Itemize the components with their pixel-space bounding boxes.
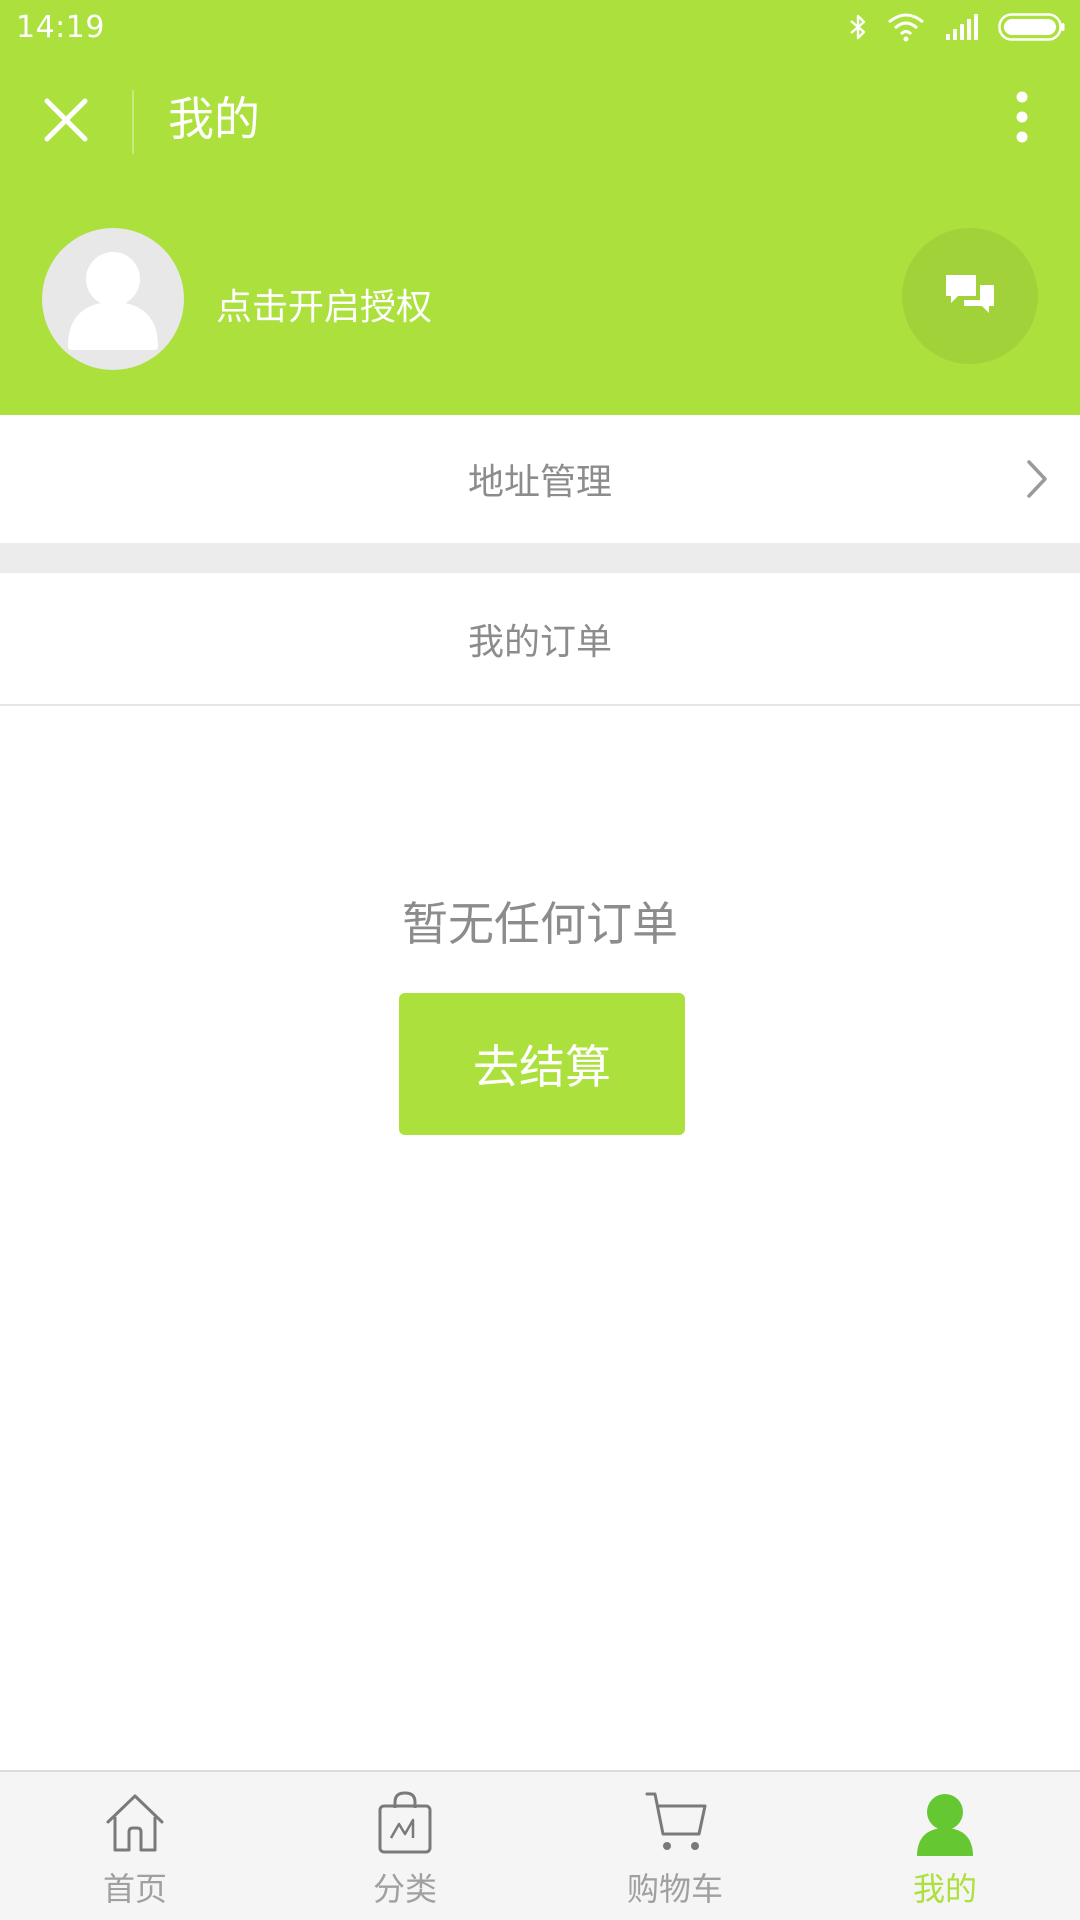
checkout-button[interactable]: 去结算: [399, 993, 685, 1135]
message-button[interactable]: [902, 228, 1038, 364]
header: 14:19 我的 点击开启授权: [0, 0, 1080, 415]
address-management-row[interactable]: 地址管理: [0, 415, 1080, 543]
more-options-button[interactable]: [992, 86, 1052, 152]
address-management-label: 地址管理: [467, 462, 612, 503]
more-vertical-icon: [1015, 90, 1029, 148]
tab-category[interactable]: 分类: [270, 1772, 540, 1920]
signal-icon: [944, 13, 980, 41]
chevron-right-icon: [1026, 459, 1048, 508]
status-bar: 14:19: [0, 0, 1080, 56]
cart-icon: [645, 1790, 707, 1856]
nav-divider: [132, 90, 134, 154]
avatar[interactable]: [42, 228, 184, 370]
chat-bubbles-icon: [944, 272, 996, 320]
tab-cart-label: 购物车: [626, 1870, 723, 1908]
battery-icon: [998, 13, 1066, 41]
my-orders-row[interactable]: 我的订单: [0, 573, 1080, 706]
tab-home-label: 首页: [102, 1870, 167, 1908]
tab-home[interactable]: 首页: [0, 1772, 270, 1920]
user-icon: [915, 1790, 975, 1856]
close-button[interactable]: [32, 88, 100, 156]
home-icon: [105, 1790, 165, 1856]
status-icons: [848, 12, 1066, 42]
shopping-bag-icon: [375, 1790, 435, 1856]
tab-mine-label: 我的: [912, 1870, 977, 1908]
bottom-tab-bar: 首页 分类 购物车 我的: [0, 1770, 1080, 1920]
empty-orders-text: 暂无任何订单: [402, 897, 678, 951]
close-icon: [43, 97, 89, 147]
tab-cart[interactable]: 购物车: [540, 1772, 810, 1920]
tab-category-label: 分类: [372, 1870, 437, 1908]
authorize-link[interactable]: 点击开启授权: [216, 278, 432, 330]
section-divider: [0, 543, 1080, 573]
wifi-icon: [886, 12, 926, 42]
page-title: 我的: [168, 92, 260, 146]
profile-section: 点击开启授权: [0, 186, 1080, 415]
status-time: 14:19: [16, 10, 105, 45]
bluetooth-icon: [848, 12, 868, 42]
user-placeholder-icon: [42, 252, 184, 370]
my-orders-label: 我的订单: [467, 621, 612, 663]
tab-mine[interactable]: 我的: [810, 1772, 1080, 1920]
nav-bar: 我的: [0, 56, 1080, 186]
